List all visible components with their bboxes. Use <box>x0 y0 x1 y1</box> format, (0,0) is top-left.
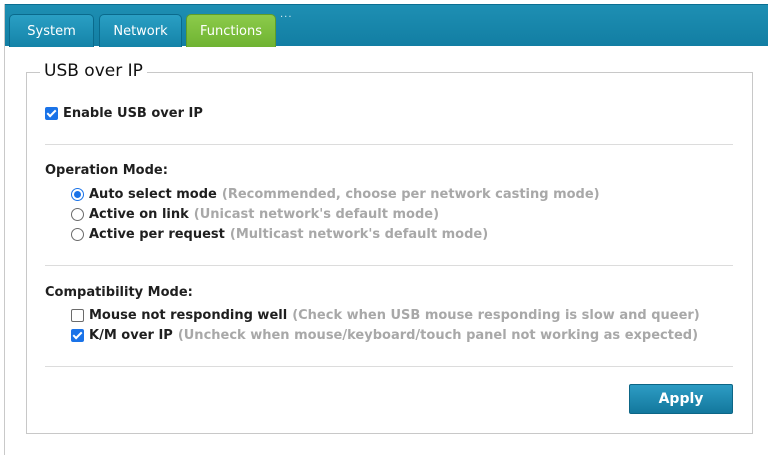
enable-usb-checkbox[interactable] <box>45 107 58 120</box>
tab-system[interactable]: System <box>9 14 94 47</box>
active-on-link-radio[interactable] <box>71 208 84 221</box>
option-hint: (Unicast network's default mode) <box>193 207 440 222</box>
operation-mode-heading-text: Operation Mode: <box>45 163 168 178</box>
auto-select-radio[interactable] <box>71 188 84 201</box>
compatibility-mode-heading: Compatibility Mode: <box>45 285 193 300</box>
option-label: Mouse not responding well <box>89 308 288 323</box>
divider <box>45 265 733 266</box>
option-hint: (Uncheck when mouse/keyboard/touch panel… <box>177 328 699 343</box>
tab-overflow-dots: ... <box>280 9 293 20</box>
usb-over-ip-fieldset <box>26 72 753 434</box>
tab-network[interactable]: Network <box>99 14 182 47</box>
operation-mode-option-auto: Auto select mode (Recommended, choose pe… <box>71 187 600 202</box>
enable-usb-label: Enable USB over IP <box>63 106 203 121</box>
option-hint: (Recommended, choose per network casting… <box>221 187 600 202</box>
option-hint: (Multicast network's default mode) <box>229 227 489 242</box>
apply-button[interactable]: Apply <box>629 384 733 414</box>
option-hint: (Check when USB mouse responding is slow… <box>292 308 700 323</box>
option-label: Active on link <box>89 207 189 222</box>
compat-option-mouse: Mouse not responding well (Check when US… <box>71 308 700 323</box>
option-label: K/M over IP <box>89 328 173 343</box>
option-label: Active per request <box>89 227 225 242</box>
km-over-ip-checkbox[interactable] <box>71 329 84 342</box>
operation-mode-option-link: Active on link (Unicast network's defaul… <box>71 207 439 222</box>
divider <box>45 144 733 145</box>
section-title: USB over IP <box>40 61 147 81</box>
compatibility-mode-heading-text: Compatibility Mode: <box>45 285 193 300</box>
enable-usb-row: Enable USB over IP <box>45 106 203 121</box>
tab-bar: System Network Functions ... <box>5 4 768 47</box>
compat-option-km: K/M over IP (Uncheck when mouse/keyboard… <box>71 328 698 343</box>
option-label: Auto select mode <box>89 187 217 202</box>
active-per-request-radio[interactable] <box>71 228 84 241</box>
divider <box>45 366 733 367</box>
tab-functions[interactable]: Functions <box>186 14 276 47</box>
operation-mode-option-request: Active per request (Multicast network's … <box>71 227 488 242</box>
mouse-not-responding-checkbox[interactable] <box>71 309 84 322</box>
operation-mode-heading: Operation Mode: <box>45 163 168 178</box>
